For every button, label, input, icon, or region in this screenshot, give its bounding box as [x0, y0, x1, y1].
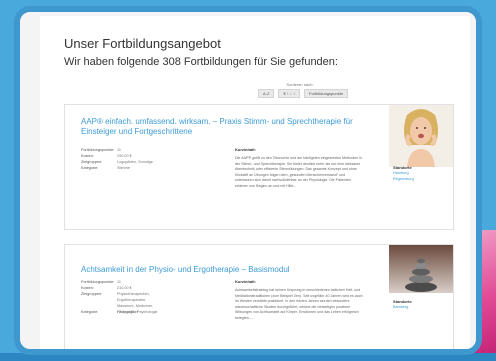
- detail-key: Kategorie:: [81, 166, 99, 170]
- course-description: Kurzinhalt: Die AAP® greift zu den Ökono…: [235, 147, 363, 190]
- detail-value: Stimme: [117, 166, 130, 170]
- description-label: Kurzinhalt:: [235, 147, 256, 152]
- page-title: Unser Fortbildungsangebot: [64, 36, 221, 51]
- course-title-link[interactable]: Achtsamkeit in der Physio- und Ergothera…: [81, 265, 371, 275]
- course-title-link[interactable]: AAP® einfach. umfassend. wirksam. – Prax…: [81, 117, 371, 137]
- location-link[interactable]: Regensburg: [393, 176, 443, 182]
- course-details: Fortbildungspunkte: 11 Kosten: 210,00 € …: [81, 279, 163, 315]
- location-link[interactable]: Bamberg: [393, 304, 443, 310]
- detail-row: Zielgruppen: Physiotherapeuten, Ergother…: [81, 291, 163, 314]
- course-card: AAP® einfach. umfassend. wirksam. – Prax…: [64, 104, 454, 230]
- course-photo-stones: [389, 245, 453, 293]
- description-text: Achtsamkeitstraining hat seinen Ursprung…: [235, 288, 363, 320]
- detail-row: Kategorie: Stimme: [81, 165, 163, 171]
- detail-key: Zielgruppen:: [81, 292, 103, 296]
- detail-row: Kategorie: Pädagogik, Psychologie: [81, 309, 163, 315]
- screen-frame: Unser Fortbildungsangebot Wir haben folg…: [14, 6, 482, 355]
- sort-label: Sortieren nach:: [286, 82, 314, 87]
- detail-value: Pädagogik, Psychologie: [117, 310, 158, 314]
- location-block: Standorte Bamberg: [393, 299, 443, 310]
- course-photo-woman: [389, 105, 453, 167]
- course-details: Fortbildungspunkte: 11 Kosten: 290,00 € …: [81, 147, 163, 171]
- detail-value: Physiotherapeuten, Ergotherapeuten, Mass…: [117, 292, 154, 314]
- detail-key: Kategorie:: [81, 310, 99, 314]
- course-description: Kurzinhalt: Achtsamkeitstraining hat sei…: [235, 279, 363, 322]
- description-text: Die AAP® greift zu den Ökonomie und am h…: [235, 156, 362, 188]
- sort-options: A-Z € ↑ ↓ ↑ Fortbildungspunkte: [258, 89, 349, 98]
- course-card: Achtsamkeit in der Physio- und Ergothera…: [64, 244, 454, 349]
- description-label: Kurzinhalt:: [235, 279, 256, 284]
- sort-price-button[interactable]: € ↑ ↓ ↑: [278, 89, 301, 98]
- sort-points-button[interactable]: Fortbildungspunkte: [304, 89, 349, 98]
- location-block: Standorte Hamburg Regensburg: [393, 165, 443, 182]
- sort-alphabetical-button[interactable]: A-Z: [258, 89, 275, 98]
- results-count-text: Wir haben folgende 308 Fortbildungen für…: [64, 56, 338, 68]
